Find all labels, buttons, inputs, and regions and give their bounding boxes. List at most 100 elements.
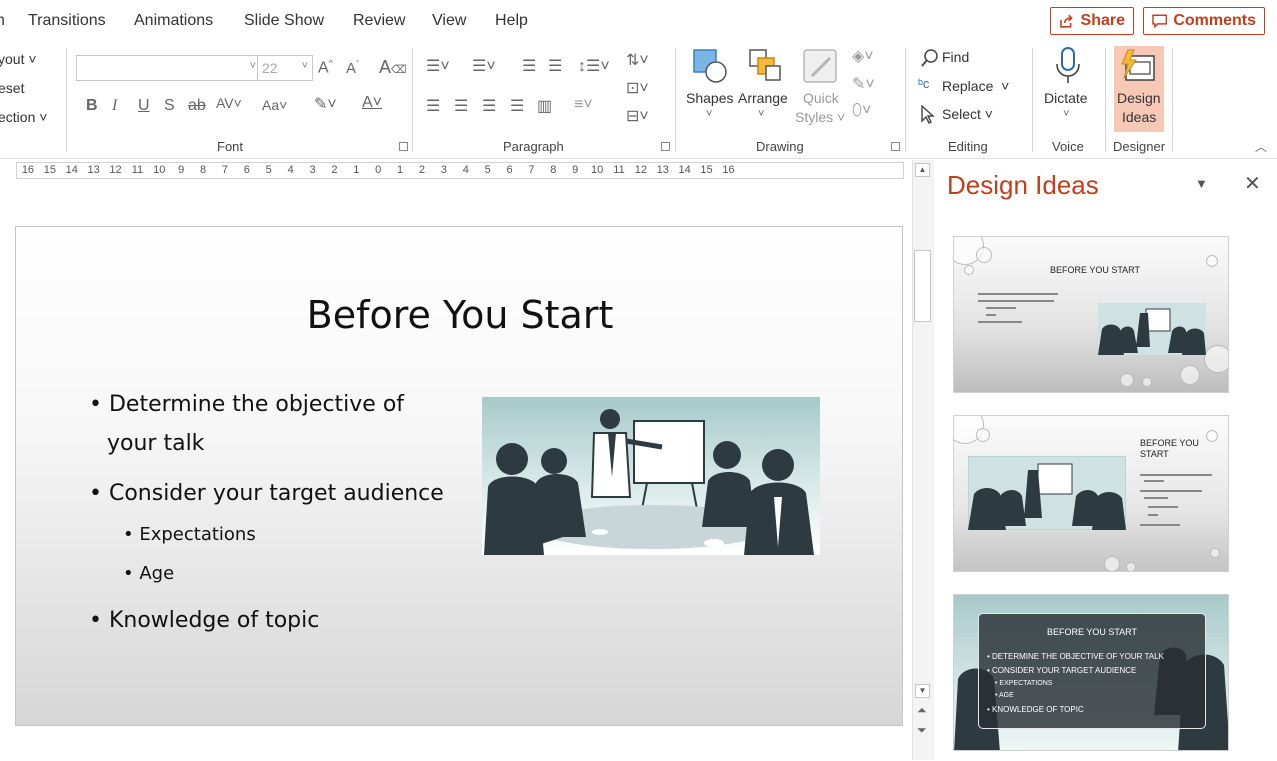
- previous-slide-icon[interactable]: ⏶: [917, 703, 927, 718]
- underline-icon[interactable]: U: [138, 97, 150, 115]
- shrink-font-icon[interactable]: Aˇ: [346, 59, 359, 77]
- comments-button[interactable]: Comments: [1143, 7, 1265, 35]
- scroll-up-button[interactable]: ▲: [915, 163, 930, 177]
- design-idea-2[interactable]: BEFORE YOU START: [953, 415, 1229, 572]
- tab-help[interactable]: Help: [495, 12, 528, 30]
- share-button[interactable]: Share: [1050, 7, 1134, 35]
- replace-icon[interactable]: ᵇc: [918, 76, 929, 91]
- paragraph-distribute-icon[interactable]: ≡˅: [574, 96, 593, 114]
- shape-outline-icon[interactable]: ✎˅: [852, 74, 875, 94]
- design-idea-1[interactable]: BEFORE YOU START: [953, 236, 1229, 393]
- numbering-icon[interactable]: ☰˅: [472, 56, 496, 76]
- styles-label[interactable]: Styles ˅: [795, 108, 845, 127]
- increase-indent-icon[interactable]: ☰: [548, 56, 562, 76]
- highlight-icon[interactable]: ✎˅: [314, 94, 337, 114]
- align-right-icon[interactable]: ☰: [482, 96, 496, 116]
- ruler-mark: 2: [331, 164, 338, 176]
- grow-font-icon[interactable]: A^: [318, 58, 333, 77]
- ruler-mark: 4: [462, 164, 469, 176]
- font-dialog-launcher[interactable]: [399, 142, 408, 151]
- layout-button[interactable]: yout ˅: [0, 51, 37, 67]
- sub-bullet-item[interactable]: • Age: [123, 563, 174, 584]
- ruler-mark: 7: [221, 164, 229, 176]
- italic-icon[interactable]: I: [112, 97, 117, 115]
- columns-icon[interactable]: ▥: [537, 96, 552, 116]
- shape-effects-icon[interactable]: ⬯˅: [852, 102, 871, 120]
- thumb3-line: • AGE: [995, 692, 1014, 699]
- font-name-box[interactable]: ˅: [76, 55, 261, 81]
- font-size-box[interactable]: 22 ˅: [257, 55, 313, 81]
- shapes-icon[interactable]: [692, 48, 730, 84]
- microphone-icon[interactable]: [1054, 46, 1082, 86]
- tab-slide-show[interactable]: Slide Show: [244, 12, 324, 30]
- slide-title[interactable]: Before You Start: [16, 293, 902, 337]
- bullets-icon[interactable]: ☰˅: [426, 56, 450, 76]
- horizontal-ruler[interactable]: 16 15 14 13 12 11 10 9 8 7 6 5 4 3 2 1 0 1 2 3 4 5 6 7 8 9 10 11 12 1…: [16, 162, 904, 179]
- bullet-item[interactable]: • Determine the objective of: [89, 392, 404, 417]
- line-spacing-icon[interactable]: ↕☰˅: [578, 56, 610, 76]
- shape-fill-icon[interactable]: ◈˅: [852, 46, 874, 66]
- replace-button[interactable]: Replace ˅: [942, 78, 1009, 94]
- collapse-ribbon-icon[interactable]: ︿: [1255, 138, 1267, 155]
- design-idea-3[interactable]: BEFORE YOU START • DETERMINE THE OBJECTI…: [953, 594, 1229, 751]
- next-slide-icon[interactable]: ⏷: [917, 723, 927, 738]
- scroll-down-button[interactable]: ▼: [915, 684, 930, 698]
- close-icon[interactable]: ✕: [1244, 171, 1261, 196]
- select-cursor-icon[interactable]: [920, 105, 936, 125]
- ruler-mark: 14: [678, 164, 691, 176]
- justify-icon[interactable]: ☰: [510, 96, 524, 116]
- scroll-thumb[interactable]: [914, 250, 931, 322]
- select-button[interactable]: Select ˅: [942, 106, 993, 122]
- quick-styles-icon[interactable]: [802, 48, 840, 86]
- align-left-icon[interactable]: ☰: [426, 96, 440, 116]
- ruler-mark: 14: [65, 164, 78, 176]
- tab-design-partial[interactable]: n: [0, 12, 5, 30]
- meeting-picture[interactable]: [482, 397, 820, 555]
- find-button[interactable]: Find: [942, 49, 969, 65]
- arrange-label[interactable]: Arrange: [738, 89, 788, 108]
- decrease-indent-icon[interactable]: ☰: [522, 56, 536, 76]
- tab-transitions[interactable]: Transitions: [28, 12, 106, 30]
- thumb3-line: • KNOWLEDGE OF TOPIC: [987, 705, 1084, 714]
- pane-options-icon[interactable]: ▼: [1195, 176, 1208, 191]
- shadow-icon[interactable]: S: [164, 97, 175, 115]
- clear-formatting-icon[interactable]: A⌫: [379, 57, 407, 78]
- align-center-icon[interactable]: ☰: [454, 96, 468, 116]
- align-text-icon[interactable]: ⊡˅: [626, 78, 649, 98]
- ruler-mark: 11: [131, 164, 144, 176]
- shapes-label[interactable]: Shapes: [686, 89, 733, 108]
- ruler-mark: 3: [309, 164, 316, 176]
- arrange-icon[interactable]: [748, 48, 784, 84]
- bullet-item[interactable]: • Consider your target audience: [89, 481, 444, 506]
- slide[interactable]: Before You Start • Determine the objecti…: [15, 226, 903, 726]
- tab-animations[interactable]: Animations: [134, 12, 213, 30]
- ruler-mark: 6: [243, 164, 250, 176]
- bullet-item[interactable]: your talk: [107, 431, 204, 456]
- ruler-mark: 12: [634, 164, 647, 176]
- shapes-dropdown-icon[interactable]: ˅: [706, 108, 712, 120]
- find-icon[interactable]: [920, 48, 940, 68]
- paragraph-dialog-launcher[interactable]: [661, 142, 670, 151]
- section-button[interactable]: ection ˅: [0, 109, 47, 125]
- tab-view[interactable]: View: [432, 12, 466, 30]
- ideas-label: Ideas: [1122, 109, 1157, 125]
- ruler-mark: 1: [397, 164, 404, 176]
- character-spacing-icon[interactable]: AV˅: [216, 95, 242, 111]
- drawing-dialog-launcher[interactable]: [891, 142, 900, 151]
- tab-review[interactable]: Review: [353, 12, 405, 30]
- dictate-dropdown-icon[interactable]: ˅: [1063, 108, 1069, 120]
- bold-icon[interactable]: B: [86, 97, 98, 115]
- bullet-item[interactable]: • Knowledge of topic: [89, 608, 319, 633]
- reset-button[interactable]: eset: [0, 80, 24, 96]
- text-direction-icon[interactable]: ⇅˅: [626, 50, 649, 70]
- font-color-icon[interactable]: A˅: [362, 94, 382, 112]
- ruler-mark: 16: [21, 164, 35, 176]
- strikethrough-icon[interactable]: ab: [188, 97, 206, 115]
- change-case-icon[interactable]: Aa˅: [262, 97, 287, 113]
- smartart-icon[interactable]: ⊟˅: [626, 106, 649, 126]
- quick-label[interactable]: Quick: [803, 89, 839, 108]
- arrange-dropdown-icon[interactable]: ˅: [758, 108, 764, 120]
- dictate-label[interactable]: Dictate: [1044, 89, 1088, 108]
- sub-bullet-item[interactable]: • Expectations: [123, 524, 256, 545]
- ruler-mark: 5: [265, 164, 272, 176]
